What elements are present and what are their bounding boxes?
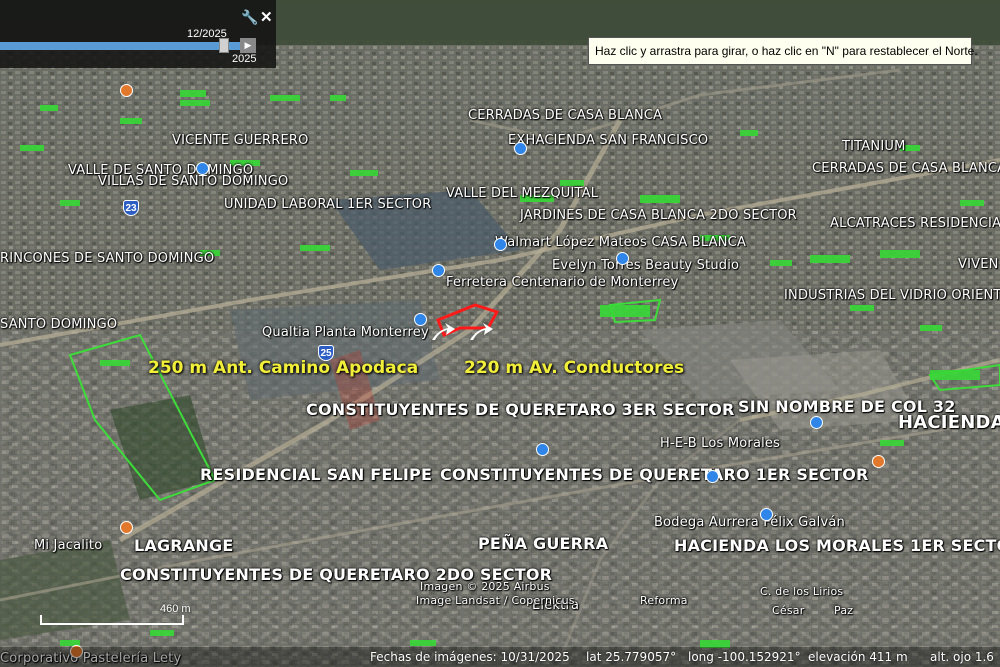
place-label[interactable]: H-E-B Los Morales <box>660 436 780 451</box>
place-label[interactable]: RINCONES DE SANTO DOMINGO <box>0 251 214 266</box>
place-label[interactable]: Ferretera Centenario de Monterrey <box>446 275 679 290</box>
poi-pin-icon[interactable] <box>810 416 823 429</box>
place-label[interactable]: CERRADAS DE CASA BLANCA <box>468 108 662 123</box>
place-label[interactable]: Evelyn Torres Beauty Studio <box>552 258 739 273</box>
highway-shield: 23 <box>123 200 139 216</box>
play-icon[interactable]: ▶ <box>240 38 256 53</box>
imagery-attribution: Image Landsat / Copernicus <box>416 594 575 607</box>
elevation-readout: elevación 411 m <box>808 650 908 664</box>
map-view[interactable]: CERRADAS DE CASA BLANCA EXHACIENDA SAN F… <box>0 0 1000 667</box>
poi-pin-icon[interactable] <box>120 84 133 97</box>
status-bar: Fechas de imágenes: 10/31/2025 lat 25.77… <box>0 647 1000 667</box>
poi-pin-icon[interactable] <box>414 313 427 326</box>
place-label[interactable]: EXHACIENDA SAN FRANCISCO <box>508 133 708 148</box>
timeline-track[interactable] <box>0 42 240 50</box>
longitude-readout: long -100.152921° <box>688 650 801 664</box>
poi-pin-icon[interactable] <box>432 264 445 277</box>
place-label[interactable]: CERRADAS DE CASA BLANCA <box>812 161 1000 176</box>
place-label[interactable]: HACIENDA LOS MORALES 1ER SECTOR <box>674 536 1000 555</box>
poi-pin-icon[interactable] <box>760 508 773 521</box>
place-label[interactable]: JARDINES DE CASA BLANCA 2DO SECTOR <box>520 208 797 223</box>
place-label[interactable]: VILLAS DE SANTO DOMINGO <box>98 174 289 189</box>
close-icon[interactable]: ✕ <box>260 8 273 26</box>
street-label: C. de los Lirios <box>760 585 844 598</box>
place-label[interactable]: HACIENDA <box>898 412 1000 433</box>
place-label[interactable]: TITANIUM <box>842 139 906 154</box>
imagery-date: Fechas de imágenes: 10/31/2025 <box>370 650 570 664</box>
timeline-thumb[interactable] <box>218 38 229 53</box>
compass-tooltip: Haz clic y arrastra para girar, o haz cl… <box>588 37 978 65</box>
street-label: Paz <box>834 604 854 617</box>
poi-pin-icon[interactable] <box>706 470 719 483</box>
latitude-readout: lat 25.779057° <box>586 650 677 664</box>
poi-pin-icon[interactable] <box>196 162 209 175</box>
wrench-icon[interactable]: 🔧 <box>241 9 258 26</box>
place-label[interactable]: UNIDAD LABORAL 1ER SECTOR <box>224 197 431 212</box>
poi-pin-icon[interactable] <box>616 252 629 265</box>
place-label[interactable]: LAGRANGE <box>134 536 233 555</box>
timeline-year: 2025 <box>232 53 257 65</box>
place-label[interactable]: RESIDENCIAL SAN FELIPE <box>200 465 432 484</box>
poi-pin-icon[interactable] <box>120 521 133 534</box>
place-label[interactable]: ALCATRACES RESIDENCIAL <box>830 216 1000 231</box>
distance-annotation-left: 250 m Ant. Camino Apodaca <box>148 358 419 378</box>
place-label[interactable]: Qualtia Planta Monterrey <box>262 325 429 340</box>
scale-bar <box>40 615 184 625</box>
place-label[interactable]: SANTO DOMINGO <box>0 317 117 332</box>
place-label[interactable]: Walmart López Mateos CASA BLANCA <box>495 235 746 250</box>
poi-pin-icon[interactable] <box>514 142 527 155</box>
place-label[interactable]: INDUSTRIAS DEL VIDRIO ORIENTE <box>784 288 1000 303</box>
place-label[interactable]: VALLE DEL MEZQUITAL <box>446 186 598 201</box>
place-label[interactable]: VIVEN <box>958 257 999 272</box>
poi-pin-icon[interactable] <box>872 455 885 468</box>
historical-imagery-slider[interactable]: 🔧 ✕ 12/2025 ▶ 2025 <box>0 0 276 68</box>
place-label[interactable]: Mi Jacalito <box>34 538 102 553</box>
poi-pin-icon[interactable] <box>494 238 507 251</box>
place-label[interactable]: VICENTE GUERRERO <box>172 133 309 148</box>
street-label: César <box>772 604 805 617</box>
place-label[interactable]: PEÑA GUERRA <box>478 534 608 553</box>
scale-label: 460 m <box>160 603 191 615</box>
place-label[interactable]: CONSTITUYENTES DE QUERETARO 3ER SECTOR <box>306 400 735 419</box>
distance-annotation-right: 220 m Av. Conductores <box>464 358 685 378</box>
poi-pin-icon[interactable] <box>536 443 549 456</box>
place-label[interactable]: Bodega Aurrera Félix Galván <box>654 515 845 530</box>
place-label[interactable]: CONSTITUYENTES DE QUERETARO 1ER SECTOR <box>440 465 869 484</box>
imagery-attribution: Imagen © 2025 Airbus <box>420 580 550 593</box>
eye-altitude-readout: alt. ojo 1.6 <box>930 650 994 664</box>
street-label: Reforma <box>640 594 688 607</box>
